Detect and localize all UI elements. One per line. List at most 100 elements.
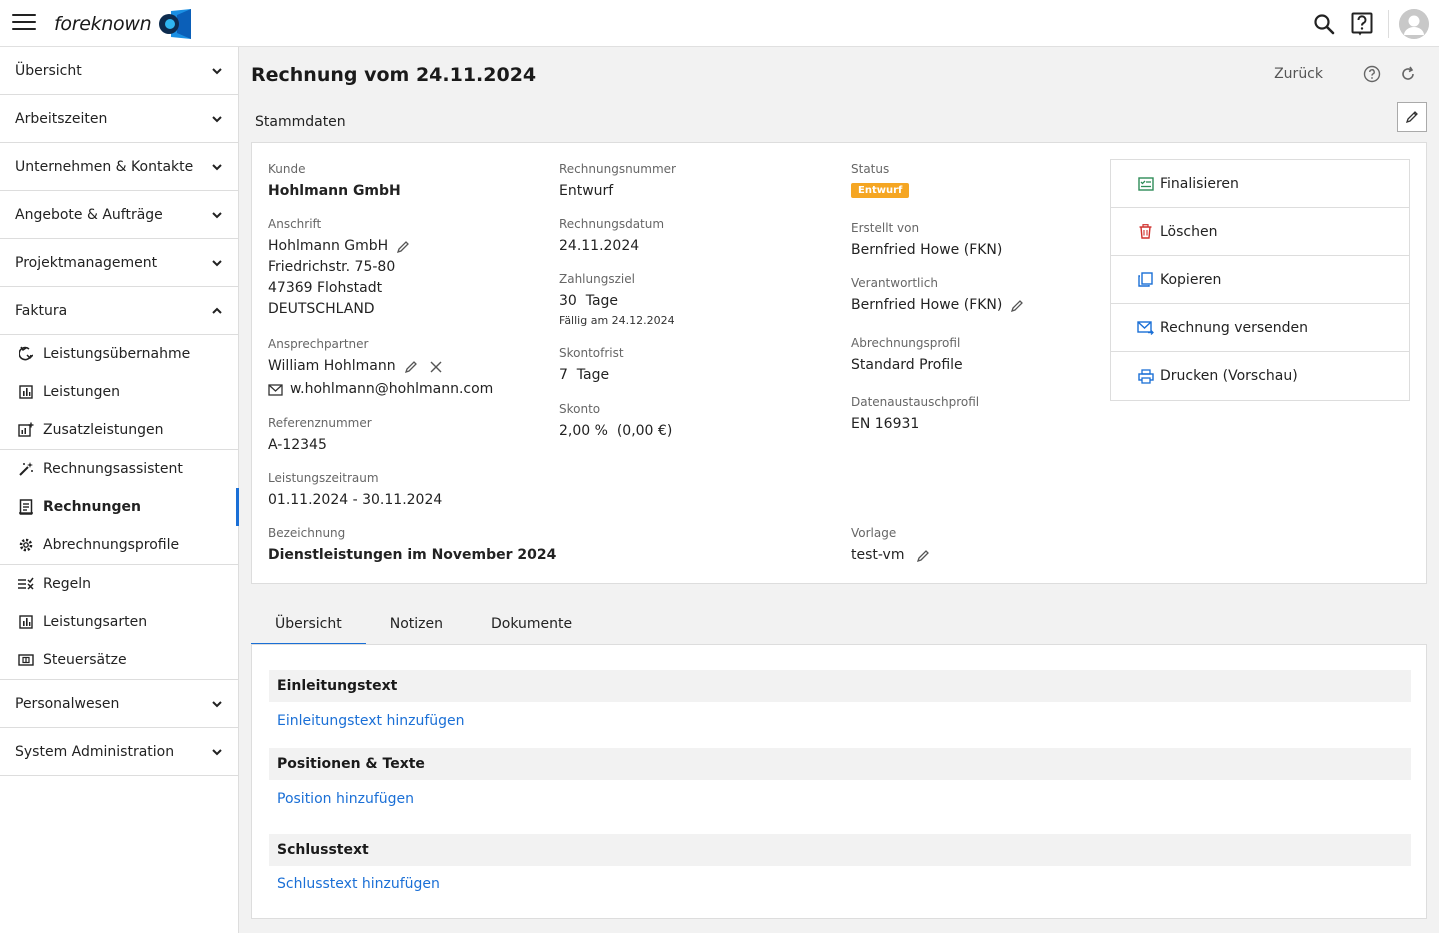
refresh-icon[interactable]: [1399, 65, 1417, 83]
chevron-down-icon: [212, 259, 222, 266]
tab-notizen[interactable]: Notizen: [366, 603, 467, 645]
field-ansprechpartner: Ansprechpartner William Hohlmann w.hohlm…: [268, 337, 493, 400]
logo-mark-icon: [159, 9, 192, 39]
sidebar-group-faktura[interactable]: Faktura: [0, 287, 238, 335]
avatar[interactable]: [1399, 8, 1429, 39]
stammdaten-card: Kunde Hohlmann GmbH Anschrift Hohlmann G…: [251, 142, 1427, 584]
sidebar-item-rechnungsassistent[interactable]: Rechnungsassistent: [0, 450, 238, 488]
finalize-button[interactable]: Finalisieren: [1111, 160, 1409, 208]
pencil-icon[interactable]: [396, 240, 410, 254]
add-position-link[interactable]: Position hinzufügen: [277, 791, 414, 807]
sidebar-item-leistungsarten[interactable]: Leistungsarten: [0, 603, 238, 641]
add-closing-text-link[interactable]: Schlusstext hinzufügen: [277, 876, 440, 892]
gear-icon: [18, 537, 34, 553]
pencil-icon[interactable]: [1010, 299, 1024, 313]
sidebar-group-personalwesen[interactable]: Personalwesen: [0, 680, 238, 728]
logo[interactable]: foreknown: [54, 9, 193, 39]
sidebar-item-leistungsuebernahme[interactable]: Leistungsübernahme: [0, 335, 238, 373]
help-icon[interactable]: [1350, 12, 1374, 36]
email-link[interactable]: w.hohlmann@hohlmann.com: [290, 379, 493, 400]
pencil-icon[interactable]: [404, 360, 418, 374]
chevron-up-icon: [212, 307, 222, 314]
field-status: Status Entwurf: [851, 162, 910, 198]
import-icon: [18, 346, 34, 362]
divider: [1388, 9, 1389, 38]
tab-panel-uebersicht: Einleitungstext Einleitungstext hinzufüg…: [251, 644, 1427, 919]
magic-wand-icon: [18, 461, 34, 477]
sidebar-group-angebote[interactable]: Angebote & Aufträge: [0, 191, 238, 239]
logo-text: foreknown: [54, 13, 152, 35]
field-leistungszeitraum: Leistungszeitraum 01.11.2024 - 30.11.202…: [268, 471, 443, 508]
help-circle-icon[interactable]: [1363, 65, 1381, 83]
section-einleitungstext: Einleitungstext: [269, 670, 1411, 702]
sidebar-group-arbeitszeiten[interactable]: Arbeitszeiten: [0, 95, 238, 143]
field-kunde: Kunde Hohlmann GmbH: [268, 162, 401, 199]
mail-icon: [268, 383, 283, 396]
chevron-down-icon: [212, 748, 222, 755]
sidebar-item-regeln[interactable]: Regeln: [0, 565, 238, 603]
copy-button[interactable]: Kopieren: [1111, 256, 1409, 304]
menu-icon[interactable]: [12, 14, 36, 32]
delete-button[interactable]: Löschen: [1111, 208, 1409, 256]
chevron-down-icon: [212, 163, 222, 170]
sidebar-group-projektmanagement[interactable]: Projektmanagement: [0, 239, 238, 287]
pencil-icon: [1405, 111, 1418, 124]
sidebar-item-abrechnungsprofile[interactable]: Abrechnungsprofile: [0, 526, 238, 564]
send-invoice-button[interactable]: Rechnung versenden: [1111, 304, 1409, 352]
rules-icon: [18, 576, 34, 592]
field-rechnungsdatum: Rechnungsdatum 24.11.2024: [559, 217, 665, 254]
edit-button[interactable]: [1397, 102, 1427, 132]
tab-bar: Übersicht Notizen Dokumente: [251, 603, 596, 646]
copy-icon: [1137, 271, 1154, 288]
field-skonto: Skonto 2,00 % (0,00 €): [559, 402, 673, 439]
status-badge: Entwurf: [851, 183, 910, 198]
page-title: Rechnung vom 24.11.2024: [251, 64, 537, 86]
section-positionen: Positionen & Texte: [269, 748, 1411, 780]
chart-icon: [18, 614, 34, 630]
field-zahlungsziel: Zahlungsziel 30 Tage Fällig am 24.12.202…: [559, 272, 675, 327]
tab-uebersicht[interactable]: Übersicht: [251, 603, 366, 646]
sidebar-item-steuersaetze[interactable]: Steuersätze: [0, 641, 238, 679]
trash-icon: [1137, 223, 1154, 240]
field-anschrift: Anschrift Hohlmann GmbH Friedrichstr. 75…: [268, 217, 410, 320]
close-icon[interactable]: [430, 361, 442, 373]
chart-plus-icon: [18, 422, 34, 438]
action-panel: Finalisieren Löschen Kopieren Rechnung v…: [1110, 159, 1410, 401]
tab-dokumente[interactable]: Dokumente: [467, 603, 596, 645]
top-bar: foreknown: [0, 0, 1439, 47]
print-preview-button[interactable]: Drucken (Vorschau): [1111, 352, 1409, 400]
field-bezeichnung: Bezeichnung Dienstleistungen im November…: [268, 526, 557, 563]
sidebar: Übersicht Arbeitszeiten Unternehmen & Ko…: [0, 47, 239, 933]
chevron-down-icon: [212, 211, 222, 218]
field-skontofrist: Skontofrist 7 Tage: [559, 346, 624, 383]
sidebar-group-uebersicht[interactable]: Übersicht: [0, 47, 238, 95]
chevron-down-icon: [212, 115, 222, 122]
checklist-icon: [1137, 175, 1154, 192]
main-content: Rechnung vom 24.11.2024 Zurück Stammdate…: [240, 47, 1439, 933]
chevron-down-icon: [212, 67, 222, 74]
search-icon[interactable]: [1312, 12, 1336, 36]
section-schlusstext: Schlusstext: [269, 834, 1411, 866]
sidebar-item-rechnungen[interactable]: Rechnungen: [0, 488, 239, 526]
chart-icon: [18, 384, 34, 400]
money-icon: [18, 652, 34, 668]
sidebar-item-leistungen[interactable]: Leistungen: [0, 373, 238, 411]
field-vorlage: Vorlage test-vm: [851, 526, 930, 566]
chevron-down-icon: [212, 700, 222, 707]
printer-icon: [1137, 368, 1154, 385]
sidebar-item-zusatzleistungen[interactable]: Zusatzleistungen: [0, 411, 238, 449]
invoice-icon: [18, 499, 34, 515]
sidebar-group-system-administration[interactable]: System Administration: [0, 728, 238, 776]
section-stammdaten: Stammdaten: [255, 114, 346, 130]
field-datenaustauschprofil: Datenaustauschprofil EN 16931: [851, 395, 980, 432]
sidebar-group-unternehmen[interactable]: Unternehmen & Kontakte: [0, 143, 238, 191]
field-verantwortlich: Verantwortlich Bernfried Howe (FKN): [851, 276, 1024, 316]
pencil-icon[interactable]: [916, 549, 930, 563]
field-erstellt-von: Erstellt von Bernfried Howe (FKN): [851, 221, 1003, 258]
field-rechnungsnummer: Rechnungsnummer Entwurf: [559, 162, 676, 199]
add-intro-text-link[interactable]: Einleitungstext hinzufügen: [277, 713, 465, 729]
mail-send-icon: [1137, 319, 1154, 336]
back-button[interactable]: Zurück: [1274, 66, 1323, 82]
field-referenznummer: Referenznummer A-12345: [268, 416, 372, 453]
field-abrechnungsprofil: Abrechnungsprofil Standard Profile: [851, 336, 963, 373]
